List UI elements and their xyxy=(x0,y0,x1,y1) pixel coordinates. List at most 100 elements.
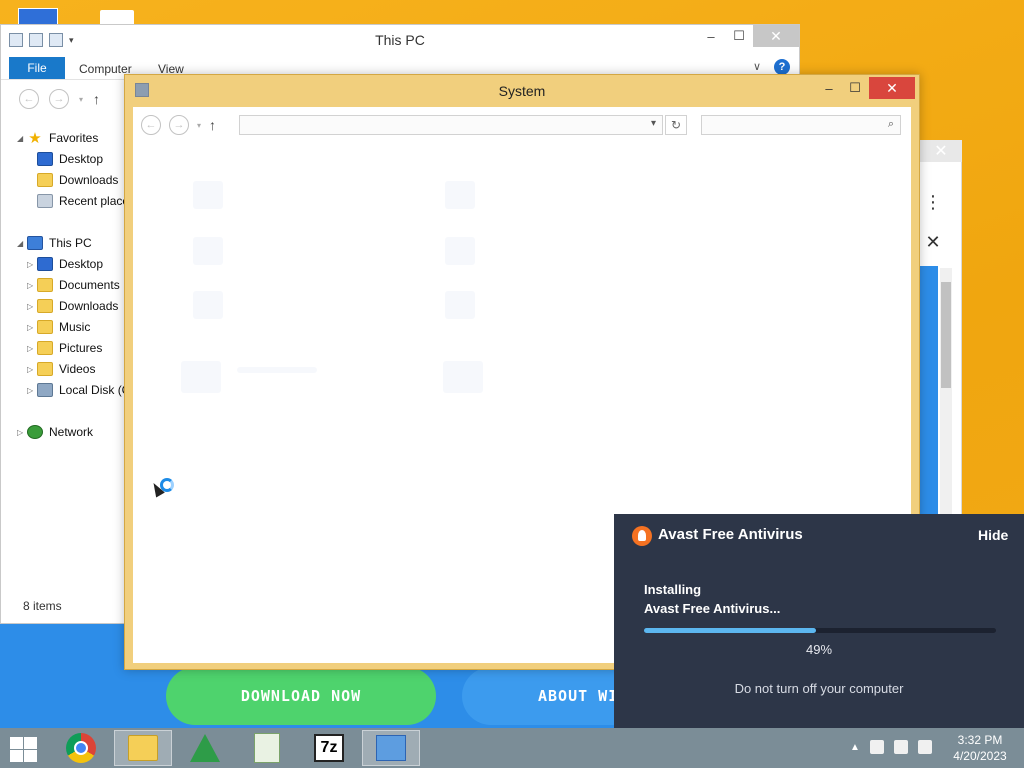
expand-arrow-icon[interactable]: ▷ xyxy=(27,386,37,395)
address-bar[interactable]: ▾ xyxy=(239,115,663,135)
window-controls: – ☐ ✕ xyxy=(697,25,799,47)
expand-arrow-icon[interactable]: ▷ xyxy=(27,281,37,290)
network-tray-icon[interactable] xyxy=(893,740,908,754)
search-input[interactable]: ⌕ xyxy=(701,115,901,135)
expand-arrow-icon[interactable]: ▷ xyxy=(27,302,37,311)
system-tray: ▲ xyxy=(850,740,932,754)
help-icon[interactable]: ? xyxy=(774,59,790,75)
back-icon[interactable]: ← xyxy=(141,115,161,135)
taskbar-file-explorer[interactable] xyxy=(114,730,172,766)
maximize-button[interactable]: ☐ xyxy=(725,25,753,47)
taskbar-clock[interactable]: 3:32 PM 4/20/2023 xyxy=(940,732,1020,764)
downloads-folder-icon xyxy=(37,299,53,313)
taskbar-pyramid-app[interactable] xyxy=(176,730,234,766)
recent-locations-icon[interactable]: ▾ xyxy=(79,95,83,104)
up-icon[interactable]: ↑ xyxy=(209,117,216,133)
taskbar-notepad-plus-plus[interactable] xyxy=(238,730,296,766)
tree-item-this-pc[interactable]: ◢ This PC xyxy=(17,234,92,252)
ghost-folder-icon xyxy=(193,291,223,319)
taskbar-chrome[interactable] xyxy=(52,730,110,766)
browser-menu-icon[interactable]: ⋮ xyxy=(918,190,948,214)
tree-item-pictures[interactable]: ▷ Pictures xyxy=(27,339,102,357)
maximize-button[interactable]: ☐ xyxy=(843,77,867,99)
avast-install-popup: Avast Free Antivirus Hide Installing Ava… xyxy=(614,514,1024,728)
show-hidden-icons-icon[interactable]: ▲ xyxy=(850,742,860,753)
minimize-button[interactable]: – xyxy=(697,25,725,47)
forward-icon[interactable]: → xyxy=(169,115,189,135)
tree-item-recent-places[interactable]: Recent places xyxy=(27,192,135,210)
ghost-folder-icon xyxy=(445,237,475,265)
navigation-buttons: ← → ▾ ↑ xyxy=(19,89,100,109)
chevron-down-icon[interactable]: ▾ xyxy=(651,118,656,129)
computer-icon xyxy=(27,236,43,250)
expand-arrow-icon[interactable]: ▷ xyxy=(27,323,37,332)
ghost-folder-icon xyxy=(445,181,475,209)
expand-arrow-icon[interactable]: ▷ xyxy=(27,365,37,374)
download-now-button[interactable]: DOWNLOAD NOW xyxy=(166,667,436,725)
tree-item-videos[interactable]: ▷ Videos xyxy=(27,360,95,378)
expand-ribbon-icon[interactable]: ∨ xyxy=(753,60,761,73)
tree-item-downloads[interactable]: ▷ Downloads xyxy=(27,297,118,315)
downloads-folder-icon xyxy=(37,173,53,187)
pictures-folder-icon xyxy=(37,341,53,355)
desktop-folder-icon xyxy=(37,257,53,271)
tree-item-documents[interactable]: ▷ Documents xyxy=(27,276,120,294)
ghost-folder-icon xyxy=(445,291,475,319)
tree-item-label: Music xyxy=(59,320,91,334)
hide-button[interactable]: Hide xyxy=(978,527,1008,543)
avast-logo-icon xyxy=(632,526,652,546)
star-icon: ★ xyxy=(28,130,42,147)
collapse-arrow-icon[interactable]: ◢ xyxy=(17,134,27,143)
close-button[interactable]: ✕ xyxy=(869,77,915,99)
navigation-pane: ◢ ★ Favorites Desktop Downloads Recent pla… xyxy=(9,121,138,601)
recent-locations-icon[interactable]: ▾ xyxy=(197,121,201,130)
taskbar-system[interactable] xyxy=(362,730,420,766)
tree-item-label: Pictures xyxy=(59,341,103,355)
local-disk-icon xyxy=(37,383,53,397)
tab-file[interactable]: File xyxy=(9,57,65,79)
tree-item-label: Documents xyxy=(59,278,120,292)
expand-arrow-icon[interactable]: ▷ xyxy=(27,344,37,353)
browser-dismiss-icon[interactable]: ✕ xyxy=(918,228,948,256)
expand-arrow-icon[interactable]: ▷ xyxy=(17,428,27,437)
browser-scroll-thumb[interactable] xyxy=(941,282,951,388)
tree-item-music[interactable]: ▷ Music xyxy=(27,318,90,336)
up-icon[interactable]: ↑ xyxy=(93,91,100,107)
taskbar: 7z ▲ 3:32 PM 4/20/2023 xyxy=(0,728,1024,768)
tree-item-label: Videos xyxy=(59,362,96,376)
tree-item-favorites[interactable]: ◢ ★ Favorites xyxy=(17,129,98,147)
this-pc-titlebar[interactable]: ▾ This PC – ☐ ✕ xyxy=(1,25,799,55)
action-center-flag-icon[interactable] xyxy=(869,740,884,754)
tree-item-network[interactable]: ▷ Network xyxy=(17,423,93,441)
network-icon xyxy=(27,425,43,439)
expand-arrow-icon[interactable]: ▷ xyxy=(27,260,37,269)
back-icon[interactable]: ← xyxy=(19,89,39,109)
volume-muted-icon[interactable] xyxy=(917,740,932,754)
popup-title: Avast Free Antivirus xyxy=(658,526,803,543)
install-progress-fill xyxy=(644,628,817,633)
refresh-icon[interactable]: ↻ xyxy=(665,115,687,135)
system-window-icon xyxy=(376,735,406,761)
collapse-arrow-icon[interactable]: ◢ xyxy=(17,239,27,248)
forward-icon[interactable]: → xyxy=(49,89,69,109)
notepad-plus-plus-icon xyxy=(254,733,280,763)
start-button[interactable] xyxy=(8,736,38,762)
tree-item-local-disk[interactable]: ▷ Local Disk (C:) xyxy=(27,381,138,399)
tree-item-downloads[interactable]: Downloads xyxy=(27,171,118,189)
ghost-drive-icon xyxy=(443,361,483,393)
tree-item-desktop[interactable]: Desktop xyxy=(27,150,103,168)
install-progress-bar xyxy=(644,628,996,633)
install-status: Installing xyxy=(644,582,702,597)
minimize-button[interactable]: – xyxy=(817,77,841,99)
close-button[interactable]: ✕ xyxy=(753,25,799,47)
browser-close-button[interactable]: ✕ xyxy=(920,140,962,162)
tree-item-desktop[interactable]: ▷ Desktop xyxy=(27,255,103,273)
ghost-disk-bar xyxy=(237,367,317,373)
documents-folder-icon xyxy=(37,278,53,292)
music-folder-icon xyxy=(37,320,53,334)
navigation-buttons: ← → ▾ ↑ xyxy=(141,115,216,135)
install-warning: Do not turn off your computer xyxy=(734,681,904,696)
file-explorer-icon xyxy=(128,735,158,761)
taskbar-7zip[interactable]: 7z xyxy=(300,730,358,766)
install-product: Avast Free Antivirus... xyxy=(644,601,781,616)
